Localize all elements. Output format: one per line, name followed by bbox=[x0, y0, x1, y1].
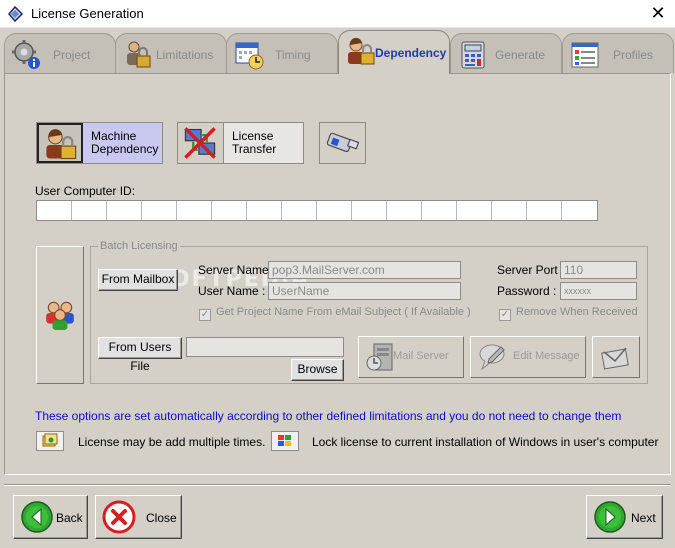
lock-user-icon bbox=[127, 41, 151, 68]
remove-when-received-checkbox[interactable]: ✓ Remove When Received bbox=[499, 306, 638, 321]
license-transfer-icon-box bbox=[178, 123, 224, 163]
user-name-input[interactable]: UserName bbox=[268, 282, 461, 300]
tab-label: Timing bbox=[275, 48, 311, 62]
app-diamond-icon bbox=[8, 5, 24, 23]
usb-drive-icon bbox=[326, 132, 360, 152]
batch-licensing-toggle-button[interactable] bbox=[36, 246, 84, 384]
from-mailbox-button[interactable]: From Mailbox bbox=[98, 269, 178, 291]
send-mail-button[interactable] bbox=[592, 336, 640, 378]
next-arrow-icon bbox=[594, 501, 626, 533]
tab-label: Project bbox=[53, 48, 91, 62]
machine-dependency-icon-box bbox=[37, 123, 83, 163]
user-computer-id-label: User Computer ID: bbox=[35, 184, 136, 198]
user-lock-icon bbox=[348, 37, 375, 65]
user-name-label: User Name : bbox=[198, 284, 266, 298]
machine-dependency-button[interactable]: Machine Dependency bbox=[36, 122, 163, 164]
usb-dependency-button[interactable] bbox=[319, 122, 366, 164]
tab-timing[interactable]: Timing bbox=[226, 33, 338, 73]
checkbox-check-icon: ✓ bbox=[499, 309, 511, 321]
user-group-icon bbox=[46, 301, 74, 330]
tab-generate[interactable]: Generate bbox=[450, 33, 562, 73]
machine-dependency-label: Machine Dependency bbox=[91, 129, 159, 156]
tab-limitations[interactable]: Limitations bbox=[115, 33, 227, 73]
tab-label: Generate bbox=[495, 48, 546, 62]
tab-bar: Project Limitations Timing Dependency Ge… bbox=[0, 30, 675, 74]
users-file-input[interactable] bbox=[186, 337, 344, 357]
no-transfer-computers-icon bbox=[184, 127, 216, 159]
multiple-licenses-indicator bbox=[36, 431, 64, 451]
tab-label: Profiles bbox=[613, 48, 654, 62]
back-label: Back bbox=[56, 511, 83, 525]
user-lock-icon bbox=[46, 129, 77, 160]
info-text: These options are set automatically acco… bbox=[35, 409, 622, 423]
next-label: Next bbox=[631, 511, 656, 525]
edit-message-icon bbox=[479, 344, 505, 371]
windows-logo-icon bbox=[278, 435, 291, 446]
tab-profiles[interactable]: Profiles bbox=[562, 33, 674, 73]
server-port-label: Server Port : bbox=[497, 263, 565, 277]
close-x-icon bbox=[102, 500, 136, 534]
tab-dependency[interactable]: Dependency bbox=[338, 30, 450, 74]
window-title: License Generation bbox=[31, 6, 144, 21]
checkbox-check-icon: ✓ bbox=[199, 309, 211, 321]
next-button[interactable]: Next bbox=[586, 495, 663, 539]
from-users-file-button[interactable]: From Users File bbox=[98, 337, 182, 373]
calculator-icon bbox=[461, 41, 485, 69]
server-name-input[interactable]: pop3.MailServer.com bbox=[268, 261, 461, 279]
get-project-name-checkbox[interactable]: ✓ Get Project Name From eMail Subject ( I… bbox=[199, 306, 471, 321]
gear-info-icon bbox=[12, 40, 40, 69]
form-list-icon bbox=[571, 42, 599, 68]
edit-message-label: Edit Message bbox=[513, 350, 580, 362]
mail-server-button[interactable]: Mail Server bbox=[358, 336, 464, 378]
tab-label: Dependency bbox=[375, 46, 447, 60]
windows-lock-indicator bbox=[271, 431, 299, 451]
title-bar: License Generation ✕ bbox=[0, 0, 675, 28]
server-port-input[interactable]: 110 bbox=[560, 261, 637, 279]
close-button[interactable]: Close bbox=[95, 495, 182, 539]
user-computer-id-field[interactable] bbox=[36, 200, 598, 221]
footer-separator-highlight bbox=[4, 485, 671, 486]
get-project-name-label: Get Project Name From eMail Subject ( If… bbox=[216, 306, 471, 318]
envelope-icon bbox=[601, 347, 629, 370]
license-transfer-button[interactable]: License Transfer bbox=[177, 122, 304, 164]
calendar-clock-icon bbox=[235, 42, 264, 70]
tab-project[interactable]: Project bbox=[4, 33, 116, 73]
close-label: Close bbox=[146, 511, 177, 525]
browse-button[interactable]: Browse bbox=[291, 359, 344, 381]
password-label: Password : bbox=[497, 284, 557, 298]
edit-message-button[interactable]: Edit Message bbox=[470, 336, 586, 378]
tab-label: Limitations bbox=[156, 48, 214, 62]
window-close-button[interactable]: ✕ bbox=[641, 0, 675, 28]
server-name-label: Server Name : bbox=[198, 263, 276, 277]
password-input[interactable]: xxxxxx bbox=[560, 282, 637, 300]
back-arrow-icon bbox=[21, 501, 53, 533]
license-transfer-label: License Transfer bbox=[232, 129, 277, 156]
back-button[interactable]: Back bbox=[13, 495, 88, 539]
remove-when-received-label: Remove When Received bbox=[516, 306, 638, 318]
multiple-licenses-label: License may be add multiple times. bbox=[78, 435, 266, 449]
batch-licensing-legend: Batch Licensing bbox=[98, 240, 180, 252]
mail-server-label: Mail Server bbox=[393, 350, 449, 362]
windows-lock-label: Lock license to current installation of … bbox=[312, 435, 659, 449]
certificate-stack-icon bbox=[42, 433, 58, 447]
